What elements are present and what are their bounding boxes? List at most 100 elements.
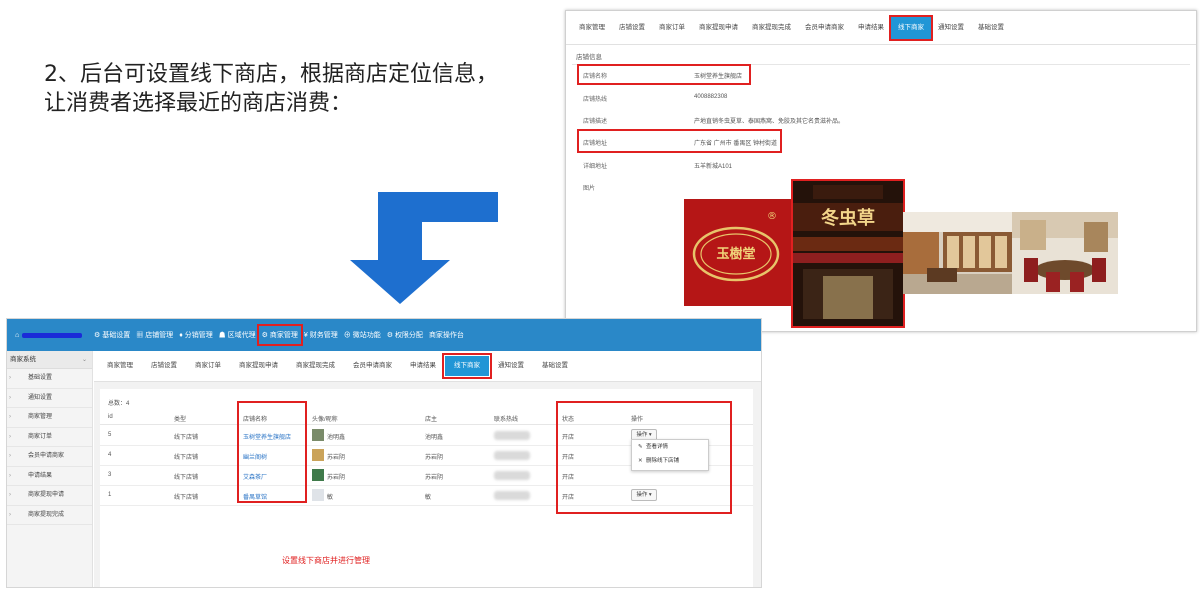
field-label-hotline: 店铺热线 [583,97,608,103]
cell-type: 线下店铺 [174,495,199,501]
top-nav: ⚙ 基础设置 ▦ 店铺管理 ♦ 分销管理 ☗ 区域代理 ⚙ 商家管理 ¥ 财务管… [91,324,467,346]
field-value-detail-address: 五羊新城A101 [694,164,733,170]
detail-tab-store-settings[interactable]: 店铺设置 [612,17,652,39]
svg-text:®: ® [767,211,777,222]
col-owner: 店主 [425,417,438,423]
cell-id: 1 [108,492,112,498]
cell-id: 3 [108,472,112,478]
brand[interactable]: ⌂ [7,332,91,339]
cell-owner: 苏岩阴 [425,455,444,461]
tab-withdraw-apply[interactable]: 商家提现申请 [230,356,287,376]
tab-store-settings[interactable]: 店铺设置 [142,356,186,376]
chevron-right-icon: › [9,492,11,498]
tab-merchant-orders[interactable]: 商家订单 [186,356,230,376]
field-label-description: 店铺描述 [583,119,608,125]
col-hotline: 联系热线 [494,417,519,423]
store-table-panel: 总数：4 id 类型 店铺名称 头像/昵称 店主 联系热线 状态 操作 5 线下… [100,389,753,587]
logo-image: 玉樹堂 ® [684,199,793,306]
highlight-status-actions [556,401,732,514]
cell-nickname: 敏 [327,495,334,501]
detail-tab-merchant-manage[interactable]: 商家管理 [572,17,612,39]
store-detail-screenshot: 商家管理 店铺设置 商家订单 商家提现申请 商家提现完成 会员申请商家 申请结果… [565,10,1197,332]
sidebar-item-merchant-orders[interactable]: › 商家订单 [7,428,92,447]
topnav-finance[interactable]: ¥ 财务管理 [301,330,341,340]
chevron-down-icon: ⌄ [81,357,87,363]
detail-tab-member-apply[interactable]: 会员申请商家 [798,17,851,39]
topnav-store-manage[interactable]: ▦ 店铺管理 [133,330,176,340]
avatar [312,489,324,501]
chevron-right-icon: › [9,433,11,440]
chevron-right-icon: › [9,511,11,518]
topnav-basic-settings[interactable]: ⚙ 基础设置 [91,330,133,340]
cell-nickname: 苏岩阴 [327,455,346,461]
hotline-blurred [494,451,530,460]
sidebar-item-apply-result[interactable]: › 申请结果 [7,467,92,486]
detail-tab-withdraw-done[interactable]: 商家提现完成 [745,17,798,39]
detail-tab-withdraw-apply[interactable]: 商家提现申请 [692,17,745,39]
sidebar-item-basic-settings[interactable]: › 基础设置 [7,369,92,389]
topnav-region-agent[interactable]: ☗ 区域代理 [216,330,259,340]
admin-caption: 设置线下商店并进行管理 [282,556,370,565]
gear-icon: ⚙ [261,332,270,339]
topnav-micro-site[interactable]: ⊕ 微站功能 [341,330,384,340]
admin-top-bar: ⌂ ⚙ 基础设置 ▦ 店铺管理 ♦ 分销管理 ☗ 区域代理 ⚙ 商家管理 ¥ 财… [7,319,761,351]
tab-apply-result[interactable]: 申请结果 [401,356,445,376]
tab-notify-settings[interactable]: 通知设置 [489,356,533,376]
gear-icon: ⚙ [94,332,103,339]
cell-type: 线下店铺 [174,475,199,481]
slide-heading: 2、后台可设置线下商店，根据商店定位信息， 让消费者选择最近的商店消费： [44,60,544,118]
svg-text:玉樹堂: 玉樹堂 [716,246,755,262]
cell-owner: 敏 [425,495,432,501]
tab-member-apply[interactable]: 会员申请商家 [344,356,401,376]
detail-tab-notify-settings[interactable]: 通知设置 [931,17,971,39]
cell-nickname: 池明鑫 [327,435,346,441]
highlight-store-names [237,401,307,503]
tab-withdraw-done[interactable]: 商家提现完成 [287,356,344,376]
shop-interior-image [903,212,1012,294]
gear-icon: ⚙ [386,332,395,339]
tab-merchant-manage[interactable]: 商家管理 [98,356,142,376]
field-value-hotline: 4008882308 [694,94,728,100]
topnav-distribution[interactable]: ♦ 分销管理 [176,330,216,340]
heading-line-1: 2、后台可设置线下商店，根据商店定位信息， [44,62,498,87]
hotline-blurred [494,431,530,440]
topnav-merchant-manage[interactable]: ⚙ 商家管理 [256,324,303,346]
cell-owner: 池明鑫 [425,435,444,441]
topnav-merchant-console[interactable]: 商家操作台 [426,330,467,340]
field-label-address: 店铺地址 [583,141,608,147]
shop-icon: ▦ [136,332,146,339]
total-count: 总数：4 [108,401,130,407]
admin-tab-bar: 商家管理 店铺设置 商家订单 商家提现申请 商家提现完成 会员申请商家 申请结果… [94,351,761,382]
tab-basic-settings[interactable]: 基础设置 [533,356,577,376]
detail-tab-offline-merchant[interactable]: 线下商家 [889,14,933,41]
detail-tab-apply-result[interactable]: 申请结果 [851,17,891,39]
sidebar-item-withdraw-apply[interactable]: › 商家提现申请 [7,486,92,506]
detail-tab-merchant-orders[interactable]: 商家订单 [652,17,692,39]
cell-nickname: 苏岩阴 [327,475,346,481]
field-value-description: 产地直销冬虫夏草、泰国燕窝、免胶及其它名贵滋补品。 [694,119,845,125]
field-label-images: 图片 [583,186,596,192]
field-value-store-name: 玉树堂养生旗舰店 [694,74,743,80]
heading-line-2: 让消费者选择最近的商店消费： [44,91,353,116]
chevron-right-icon: › [9,472,11,479]
detail-tab-bar: 商家管理 店铺设置 商家订单 商家提现申请 商家提现完成 会员申请商家 申请结果… [566,11,1196,45]
sidebar-item-notify-settings[interactable]: › 通知设置 [7,389,92,408]
detail-tab-basic-settings[interactable]: 基础设置 [971,17,1011,39]
tea-room-image [1012,212,1118,294]
admin-main: 商家管理 店铺设置 商家订单 商家提现申请 商家提现完成 会员申请商家 申请结果… [94,351,761,587]
sidebar-item-merchant-manage[interactable]: › 商家管理 [7,408,92,428]
col-avatar: 头像/昵称 [312,417,338,423]
users-icon: ☗ [218,332,228,339]
avatar [312,429,324,441]
chevron-right-icon: › [9,453,11,459]
sidebar-item-member-apply[interactable]: › 会员申请商家 [7,447,92,467]
sidebar-title[interactable]: 商家系统 ⌄ [7,351,92,369]
topnav-permissions[interactable]: ⚙ 权限分配 [384,330,426,340]
chevron-right-icon: › [9,375,11,381]
tab-offline-merchant[interactable]: 线下商家 [442,353,492,379]
avatar [312,469,324,481]
sidebar-item-withdraw-done[interactable]: › 商家提现完成 [7,506,92,525]
cell-type: 线下店铺 [174,455,199,461]
cell-id: 5 [108,432,112,438]
brand-logo [22,332,83,338]
